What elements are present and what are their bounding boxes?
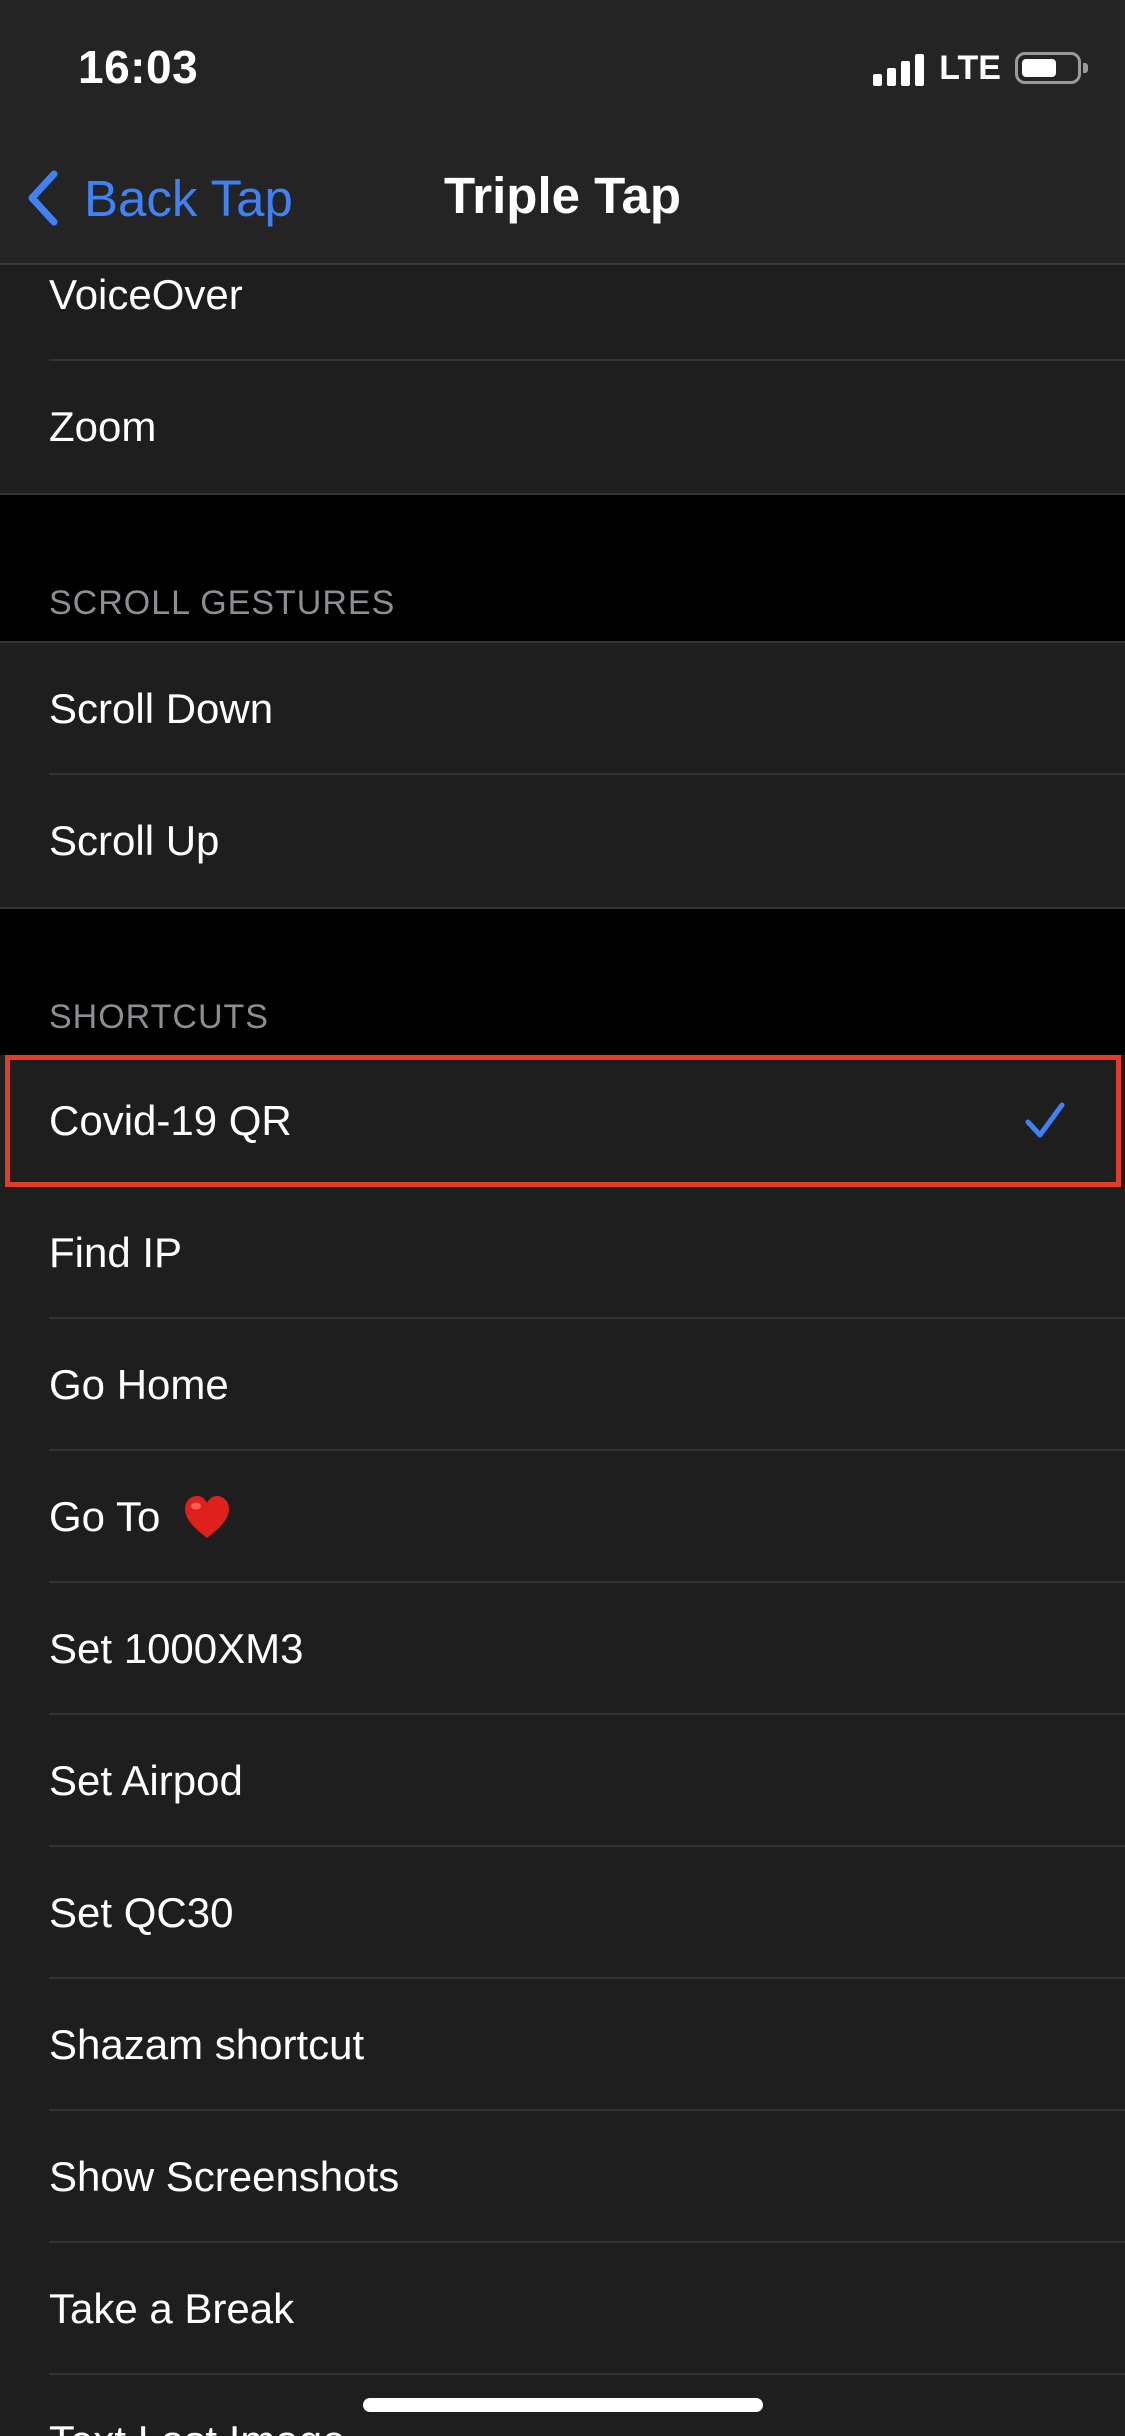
- status-time: 16:03: [78, 41, 199, 93]
- home-indicator[interactable]: [363, 2398, 763, 2412]
- section-header-label: SHORTCUTS: [49, 998, 269, 1036]
- list-item-label: Set Airpod: [49, 1757, 243, 1804]
- list-item-label: Zoom: [49, 403, 157, 450]
- chevron-left-icon: [28, 170, 58, 226]
- list-item-find-ip[interactable]: Find IP: [0, 1187, 1125, 1319]
- list-item-take-a-break[interactable]: Take a Break: [0, 2243, 1125, 2375]
- list-item-label: Set 1000XM3: [49, 1625, 304, 1672]
- list-item-show-screenshots[interactable]: Show Screenshots: [0, 2111, 1125, 2243]
- list-item-go-home[interactable]: Go Home: [0, 1319, 1125, 1451]
- settings-list[interactable]: VoiceOver Zoom SCROLL GESTURES Scroll Do…: [0, 265, 1125, 2436]
- section-header-shortcuts: SHORTCUTS: [0, 909, 1125, 1055]
- list-item-zoom[interactable]: Zoom: [0, 361, 1125, 493]
- list-item-label: Set QC30: [49, 1889, 234, 1936]
- list-item-label-wrap: Go To: [49, 1451, 232, 1583]
- status-bar: 16:03 LTE: [0, 0, 1125, 132]
- back-button-label: Back Tap: [84, 169, 293, 227]
- section-header-label: SCROLL GESTURES: [49, 584, 396, 622]
- list-item-label: Covid-19 QR: [49, 1097, 292, 1144]
- list-item-set-1000xm3[interactable]: Set 1000XM3: [0, 1583, 1125, 1715]
- network-type-label: LTE: [939, 48, 1001, 87]
- list-item-label: Scroll Down: [49, 685, 274, 732]
- list-item-scroll-up[interactable]: Scroll Up: [0, 775, 1125, 907]
- list-item-label: VoiceOver: [49, 271, 243, 318]
- back-button[interactable]: Back Tap: [22, 166, 293, 230]
- scroll-gestures-section: Scroll Down Scroll Up: [0, 643, 1125, 907]
- navigation-bar: Triple Tap Back Tap: [0, 132, 1125, 265]
- list-item-label: Find IP: [49, 1229, 183, 1276]
- shortcuts-section: Covid-19 QR Find IP Go Home Go To Set 10…: [0, 1055, 1125, 2436]
- list-item-label: Shazam shortcut: [49, 2021, 365, 2068]
- status-indicators: LTE: [873, 48, 1088, 88]
- list-item-go-to[interactable]: Go To: [0, 1451, 1125, 1583]
- list-item-label: Scroll Up: [49, 817, 220, 864]
- section-header-scroll-gestures: SCROLL GESTURES: [0, 495, 1125, 641]
- list-item-scroll-down[interactable]: Scroll Down: [0, 643, 1125, 775]
- list-item-label: Go Home: [49, 1361, 229, 1408]
- checkmark-icon: [1025, 1102, 1065, 1138]
- list-item-set-qc30[interactable]: Set QC30: [0, 1847, 1125, 1979]
- accessibility-section: VoiceOver Zoom: [0, 265, 1125, 493]
- list-item-shazam-shortcut[interactable]: Shazam shortcut: [0, 1979, 1125, 2111]
- red-heart-icon: [184, 1495, 229, 1538]
- list-item-covid-19-qr[interactable]: Covid-19 QR: [0, 1055, 1125, 1187]
- list-item-label: Take a Break: [49, 2285, 295, 2332]
- list-item-voiceover[interactable]: VoiceOver: [0, 265, 1125, 361]
- list-item-label: Go To: [49, 1493, 161, 1540]
- list-item-label: Show Screenshots: [49, 2153, 400, 2200]
- battery-icon: [1015, 52, 1088, 84]
- cellular-signal-icon: [873, 50, 929, 86]
- list-item-set-airpod[interactable]: Set Airpod: [0, 1715, 1125, 1847]
- list-item-label: Text Last Image: [49, 2375, 345, 2436]
